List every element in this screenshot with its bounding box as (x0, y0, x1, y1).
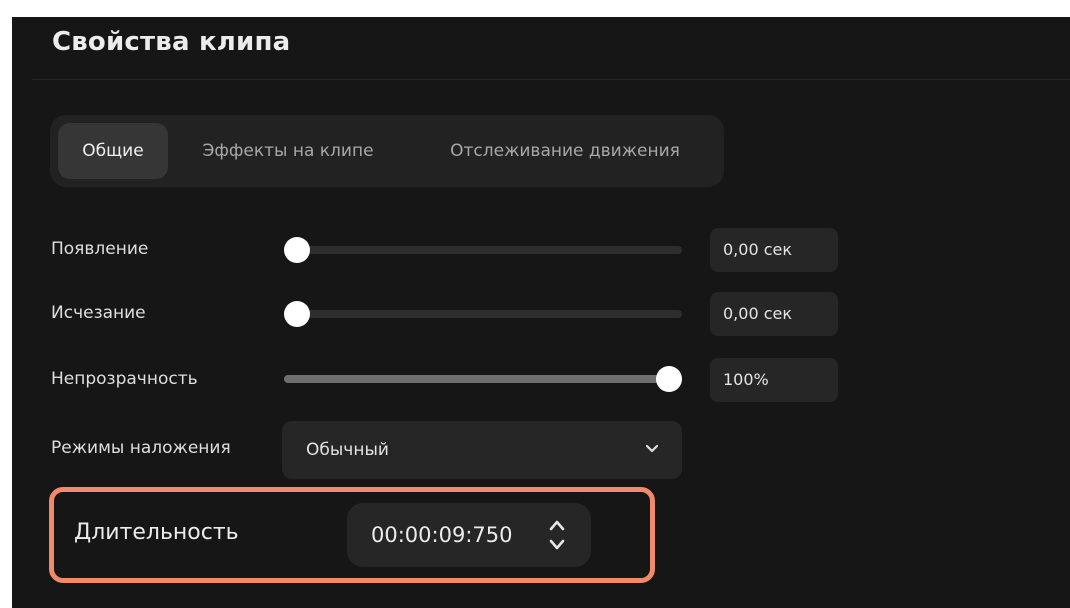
title-divider (32, 79, 1070, 80)
blend-mode-label: Режимы наложения (51, 438, 231, 458)
duration-value: 00:00:09:750 (371, 523, 513, 547)
opacity-slider-fill (284, 375, 682, 383)
fade-out-slider[interactable] (284, 301, 682, 327)
fade-in-label: Появление (51, 239, 149, 259)
duration-label: Длительность (74, 520, 239, 545)
blend-mode-select[interactable]: Обычный (282, 421, 682, 479)
tab-bar: Общие Эффекты на клипе Отслеживание движ… (50, 115, 724, 187)
panel-title: Свойства клипа (52, 27, 291, 57)
opacity-value-field[interactable]: 100% (710, 358, 838, 402)
opacity-label: Непрозрачность (51, 369, 198, 389)
stepper-up-down-icon[interactable] (547, 517, 567, 553)
opacity-slider-thumb[interactable] (656, 366, 682, 392)
fade-in-slider-thumb[interactable] (284, 237, 310, 263)
fade-out-value-field[interactable]: 0,00 сек (710, 292, 838, 336)
duration-input[interactable]: 00:00:09:750 (347, 503, 591, 567)
tab-motion-tracking[interactable]: Отслеживание движения (410, 123, 720, 179)
fade-in-slider[interactable] (284, 237, 682, 263)
fade-in-value-field[interactable]: 0,00 сек (710, 228, 838, 272)
chevron-down-icon (645, 444, 659, 453)
clip-properties-panel: Свойства клипа Общие Эффекты на клипе От… (12, 17, 1070, 608)
tab-general[interactable]: Общие (58, 123, 168, 179)
tab-clip-effects[interactable]: Эффекты на клипе (186, 123, 390, 179)
opacity-slider[interactable] (284, 366, 682, 392)
fade-out-slider-thumb[interactable] (284, 301, 310, 327)
blend-mode-selected-value: Обычный (306, 440, 389, 460)
fade-out-label: Исчезание (51, 303, 146, 323)
